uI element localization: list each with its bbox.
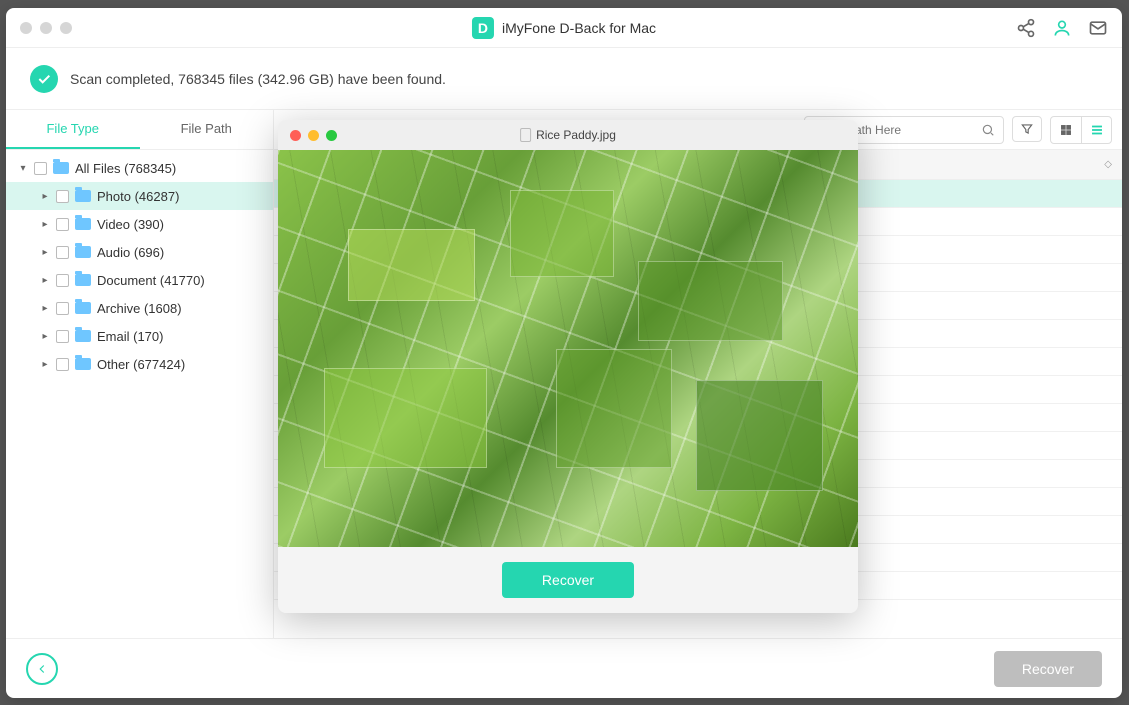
tree-item-label: Archive (1608) xyxy=(97,301,182,316)
filter-button[interactable] xyxy=(1012,116,1042,142)
tab-file-type[interactable]: File Type xyxy=(6,110,140,149)
tree-root-label: All Files (768345) xyxy=(75,161,176,176)
tree-item[interactable]: ▸ Archive (1608) xyxy=(6,294,273,322)
file-icon xyxy=(520,128,531,142)
tree-item[interactable]: ▸ Other (677424) xyxy=(6,350,273,378)
search-icon xyxy=(981,123,995,137)
zoom-dot[interactable] xyxy=(60,22,72,34)
checkbox[interactable] xyxy=(56,358,69,371)
titlebar: D iMyFone D-Back for Mac xyxy=(6,8,1122,48)
tree-item[interactable]: ▸ Photo (46287) xyxy=(6,182,273,210)
view-toggle xyxy=(1050,116,1112,144)
preview-recover-button[interactable]: Recover xyxy=(502,562,634,598)
preview-image xyxy=(278,150,858,547)
recover-button[interactable]: Recover xyxy=(994,651,1102,687)
folder-icon xyxy=(75,302,91,314)
sidebar: File Type File Path ▾ All Files (768345)… xyxy=(6,110,274,638)
file-tree: ▾ All Files (768345) ▸ Photo (46287) ▸ Vide… xyxy=(6,150,273,638)
app-title: D iMyFone D-Back for Mac xyxy=(472,17,656,39)
checkbox[interactable] xyxy=(56,302,69,315)
folder-icon xyxy=(75,358,91,370)
chevron-right-icon[interactable]: ▸ xyxy=(40,247,50,258)
folder-icon xyxy=(75,246,91,258)
tree-item-label: Photo (46287) xyxy=(97,189,179,204)
sort-icon: ◇ xyxy=(1104,159,1112,170)
tree-item-label: Audio (696) xyxy=(97,245,164,260)
chevron-right-icon[interactable]: ▸ xyxy=(40,331,50,342)
tree-item[interactable]: ▸ Document (41770) xyxy=(6,266,273,294)
preview-titlebar: Rice Paddy.jpg xyxy=(278,120,858,150)
tree-item[interactable]: ▸ Video (390) xyxy=(6,210,273,238)
checkbox[interactable] xyxy=(56,246,69,259)
folder-icon xyxy=(75,190,91,202)
list-view-button[interactable] xyxy=(1081,117,1111,143)
chevron-right-icon[interactable]: ▸ xyxy=(40,275,50,286)
folder-icon xyxy=(53,162,69,174)
tree-item-label: Other (677424) xyxy=(97,357,185,372)
account-icon[interactable] xyxy=(1052,18,1072,38)
zoom-icon[interactable] xyxy=(326,130,337,141)
chevron-right-icon[interactable]: ▸ xyxy=(40,191,50,202)
check-icon xyxy=(30,65,58,93)
back-button[interactable] xyxy=(26,653,58,685)
traffic-lights xyxy=(20,22,72,34)
folder-icon xyxy=(75,330,91,342)
checkbox[interactable] xyxy=(56,218,69,231)
tab-file-path[interactable]: File Path xyxy=(140,110,274,149)
close-dot[interactable] xyxy=(20,22,32,34)
checkbox[interactable] xyxy=(56,330,69,343)
folder-icon xyxy=(75,274,91,286)
grid-view-button[interactable] xyxy=(1051,117,1081,143)
tree-item[interactable]: ▸ Audio (696) xyxy=(6,238,273,266)
chevron-right-icon[interactable]: ▸ xyxy=(40,303,50,314)
preview-window: Rice Paddy.jpg Recover xyxy=(278,120,858,613)
tree-root[interactable]: ▾ All Files (768345) xyxy=(6,154,273,182)
minimize-dot[interactable] xyxy=(40,22,52,34)
status-text: Scan completed, 768345 files (342.96 GB)… xyxy=(70,71,446,87)
tree-item[interactable]: ▸ Email (170) xyxy=(6,322,273,350)
chevron-right-icon[interactable]: ▸ xyxy=(40,359,50,370)
checkbox[interactable] xyxy=(56,190,69,203)
checkbox[interactable] xyxy=(56,274,69,287)
tree-item-label: Email (170) xyxy=(97,329,163,344)
status-row: Scan completed, 768345 files (342.96 GB)… xyxy=(6,48,1122,110)
tree-item-label: Document (41770) xyxy=(97,273,205,288)
tree-item-label: Video (390) xyxy=(97,217,164,232)
footer: Recover xyxy=(6,638,1122,698)
chevron-right-icon[interactable]: ▸ xyxy=(40,219,50,230)
share-icon[interactable] xyxy=(1016,18,1036,38)
sidebar-tabs: File Type File Path xyxy=(6,110,273,150)
mail-icon[interactable] xyxy=(1088,18,1108,38)
chevron-down-icon[interactable]: ▾ xyxy=(18,163,28,174)
checkbox[interactable] xyxy=(34,162,47,175)
preview-filename: Rice Paddy.jpg xyxy=(520,128,616,142)
app-title-text: iMyFone D-Back for Mac xyxy=(502,20,656,36)
folder-icon xyxy=(75,218,91,230)
preview-footer: Recover xyxy=(278,547,858,613)
app-logo-icon: D xyxy=(472,17,494,39)
minimize-icon[interactable] xyxy=(308,130,319,141)
close-icon[interactable] xyxy=(290,130,301,141)
